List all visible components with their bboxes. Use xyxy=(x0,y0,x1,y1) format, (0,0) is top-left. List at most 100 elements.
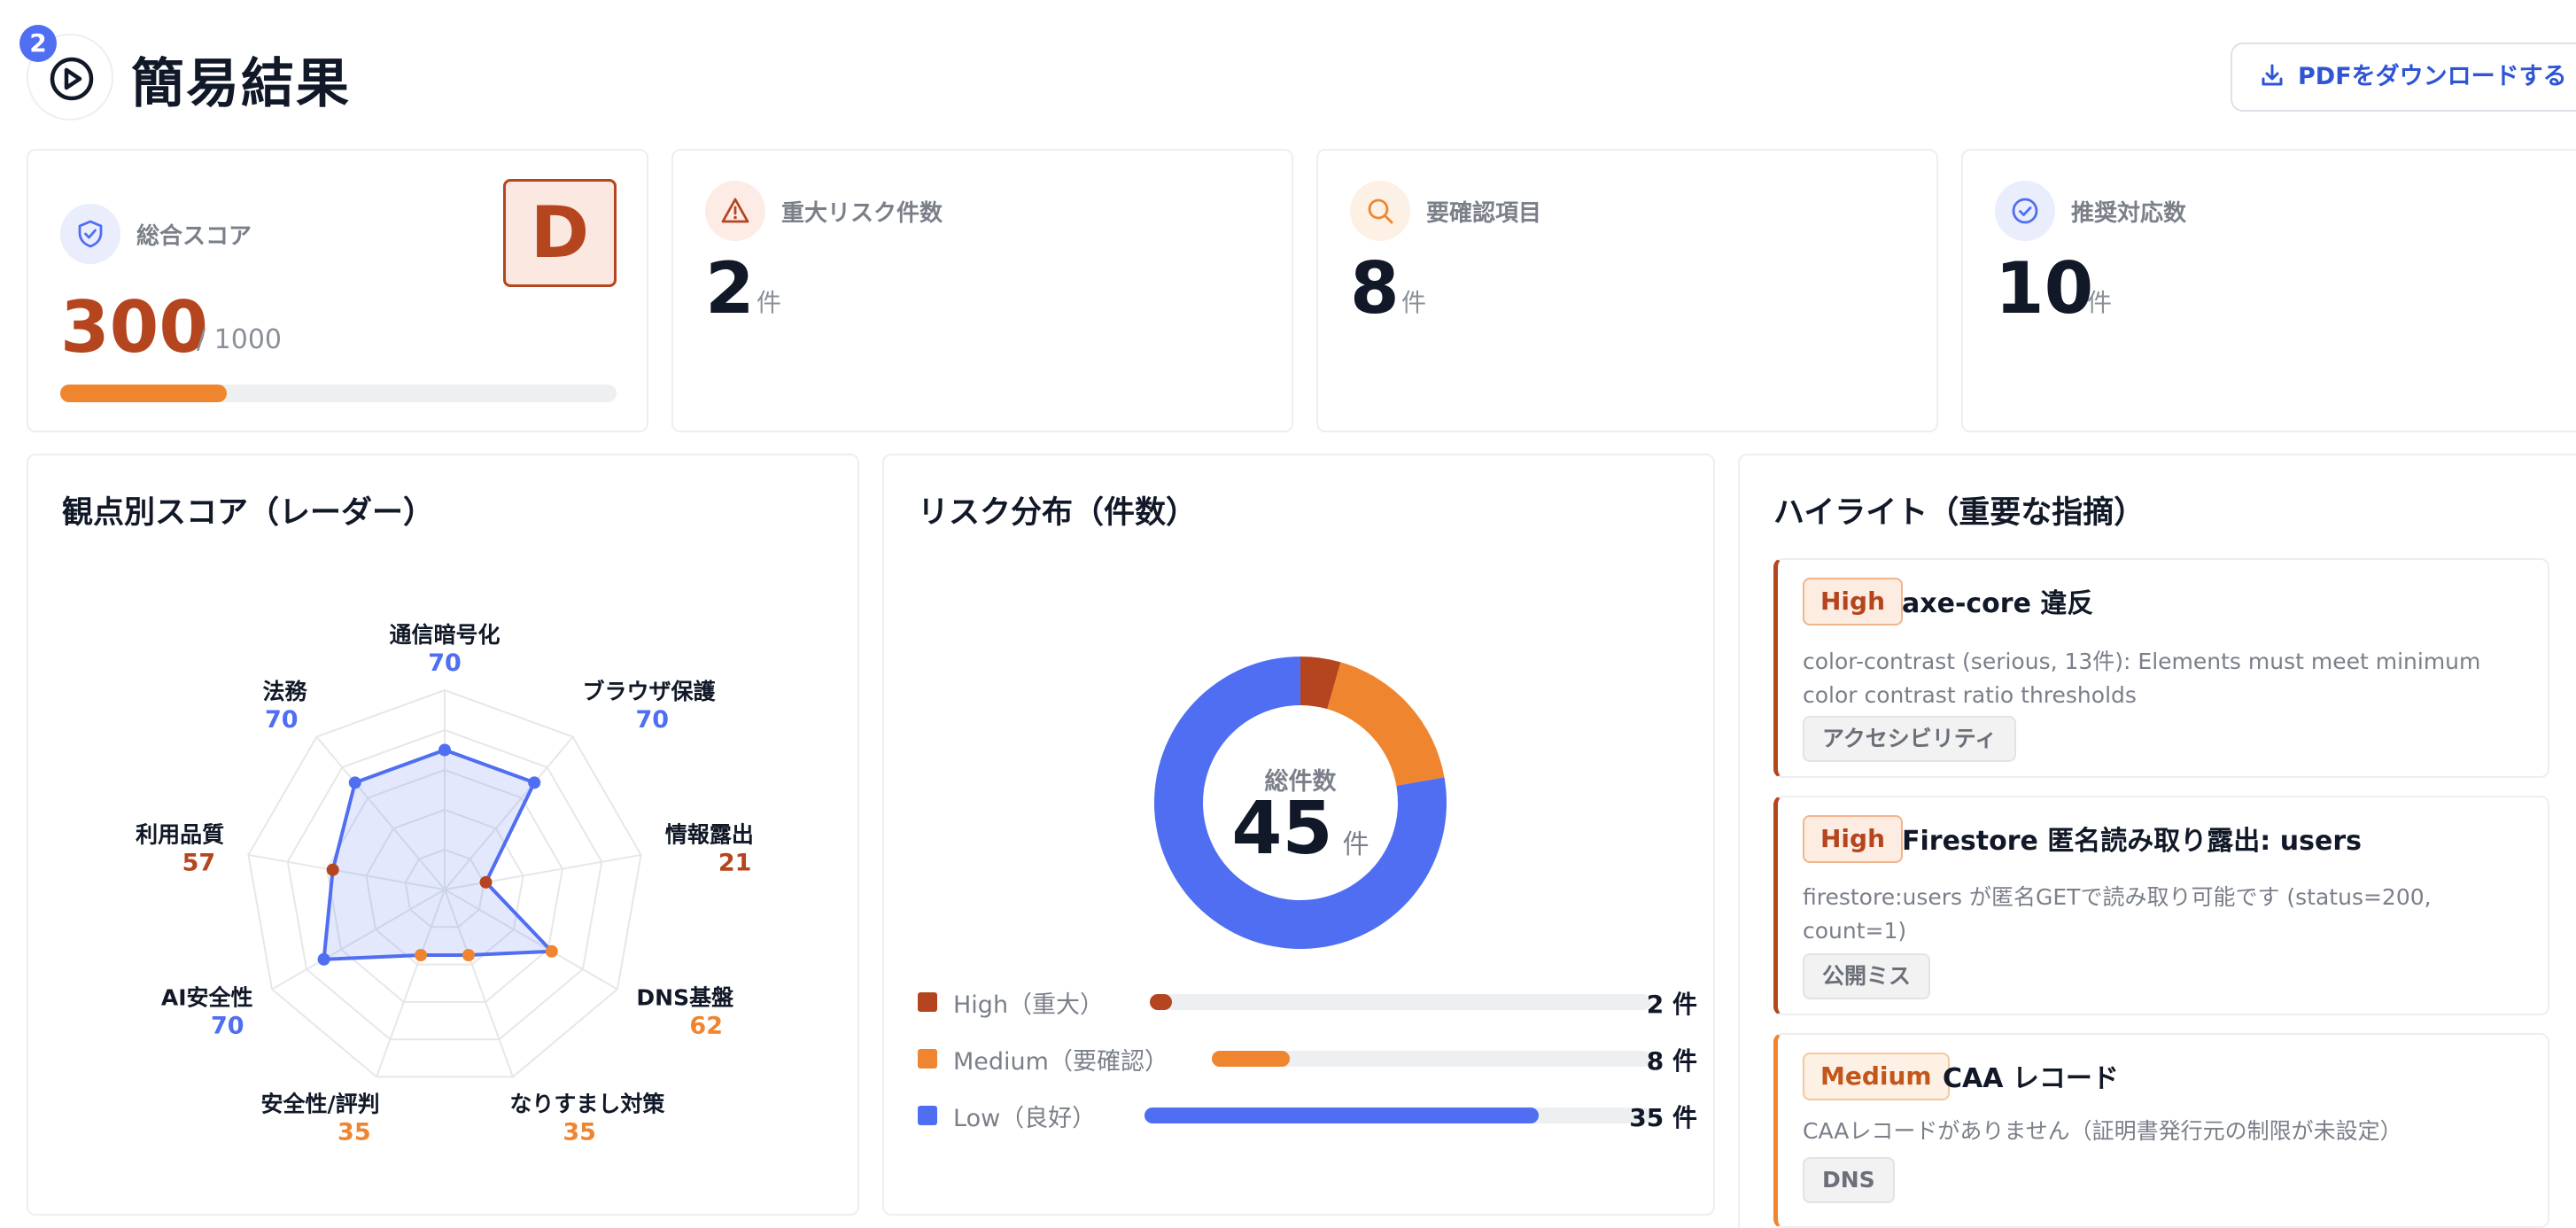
risk-legend-row: High（重大） 2 件 xyxy=(918,983,1697,1019)
warning-icon-wrap xyxy=(705,181,765,241)
search-icon-wrap xyxy=(1350,181,1410,241)
review-items-label: 要確認項目 xyxy=(1426,200,1542,227)
grade-badge: D xyxy=(503,179,617,287)
legend-swatch xyxy=(918,1106,937,1125)
score-value: 300 xyxy=(60,286,208,369)
highlight-title: Firestore 匿名読み取り露出: users xyxy=(1902,826,2362,857)
highlight-description: firestore:users が匿名GETで読み取り可能です (status=… xyxy=(1803,884,2432,944)
score-progress-bar xyxy=(60,385,617,402)
page-title: 簡易結果 xyxy=(131,53,351,115)
download-icon xyxy=(2262,64,2283,85)
warning-icon xyxy=(721,198,749,223)
radar-axis-value: 35 xyxy=(563,1119,596,1146)
shield-icon-wrap xyxy=(60,204,120,264)
category-tag: 公開ミス xyxy=(1803,953,1931,999)
highlights-panel-title: ハイライト（重要な指摘） xyxy=(1773,495,2145,531)
risk-legend-row: Low（良好） 35 件 xyxy=(918,1097,1697,1132)
legend-bar-fill xyxy=(1150,994,1173,1010)
severity-badge: High xyxy=(1803,815,1904,863)
recommended-actions-unit: 件 xyxy=(2087,288,2113,317)
legend-count: 8 件 xyxy=(1646,1046,1697,1076)
critical-risk-card: 重大リスク件数 2 件 xyxy=(671,149,1293,432)
recommended-actions-card: 推奨対応数 10 件 xyxy=(1961,149,2576,432)
legend-bar-track xyxy=(1212,1051,1651,1067)
highlight-title: CAA レコード xyxy=(1943,1063,2119,1094)
play-icon xyxy=(50,57,94,101)
radar-axis-value: 62 xyxy=(689,1013,723,1040)
critical-risk-value: 2 xyxy=(705,247,755,330)
category-tag: DNS xyxy=(1803,1157,1895,1203)
highlight-description: color-contrast (serious, 13件): Elements … xyxy=(1803,649,2481,708)
category-tag: アクセシビリティ xyxy=(1803,716,2017,762)
recommended-actions-value: 10 xyxy=(1995,247,2094,330)
radar-axis-label: DNS基盤 xyxy=(636,985,734,1011)
radar-axis-label: 法務 xyxy=(263,679,308,704)
search-icon xyxy=(1368,198,1393,224)
pdf-download-button[interactable]: PDFをダウンロードする xyxy=(2231,43,2576,112)
highlight-description: CAAレコードがありません（証明書発行元の制限が未設定） xyxy=(1803,1118,2402,1144)
donut-total-value: 45 xyxy=(1231,787,1333,871)
radar-axis-value: 57 xyxy=(182,850,216,877)
risk-distribution-panel: リスク分布（件数） 総件数 45 件 High（重大） 2 件 Medium（要確認… xyxy=(882,454,1715,1216)
radar-axis-value: 70 xyxy=(428,649,462,677)
radar-axis-value: 70 xyxy=(265,706,299,734)
legend-swatch xyxy=(918,992,937,1012)
recommended-actions-label: 推奨対応数 xyxy=(2071,200,2187,227)
radar-axis-label: AI安全性 xyxy=(161,985,253,1011)
radar-point xyxy=(438,743,451,757)
check-icon-wrap xyxy=(1995,181,2055,241)
legend-label: High（重大） xyxy=(953,991,1105,1019)
review-items-value: 8 xyxy=(1350,247,1400,330)
highlight-item-3[interactable]: Medium CAA レコード CAAレコードがありません（証明書発行元の制限が… xyxy=(1773,1033,2549,1228)
radar-point xyxy=(479,875,493,889)
radar-point xyxy=(415,949,428,962)
score-max: / 1000 xyxy=(197,324,282,355)
legend-count: 35 件 xyxy=(1629,1103,1697,1132)
score-label: 総合スコア xyxy=(136,223,252,250)
page-header: 2 簡易結果 PDFをダウンロードする xyxy=(19,25,2576,124)
radar-point xyxy=(348,776,361,789)
legend-swatch xyxy=(918,1049,937,1069)
highlights-panel: ハイライト（重要な指摘） High axe-core 違反 color-cont… xyxy=(1738,454,2576,1228)
radar-chart: 通信暗号化70ブラウザ保護70情報露出21DNS基盤62なりすまし対策35安全性… xyxy=(136,622,754,1146)
radar-axis-label: ブラウザ保護 xyxy=(582,679,716,704)
step-badge: 2 xyxy=(19,25,57,62)
risk-legend-row: Medium（要確認） 8 件 xyxy=(918,1040,1697,1076)
legend-bar-fill xyxy=(1144,1108,1539,1123)
legend-bar-track xyxy=(1150,994,1651,1010)
donut-total-unit: 件 xyxy=(1342,829,1369,860)
risk-panel-title: リスク分布（件数） xyxy=(918,495,1198,531)
radar-axis-value: 70 xyxy=(211,1013,244,1040)
score-progress-fill xyxy=(60,385,228,402)
radar-axis-value: 35 xyxy=(338,1119,371,1146)
severity-badge: High xyxy=(1803,578,1904,626)
radar-axis-label: 通信暗号化 xyxy=(389,622,500,648)
radar-axis-label: 利用品質 xyxy=(136,822,224,848)
legend-label: Low（良好） xyxy=(953,1105,1097,1132)
radar-point xyxy=(528,776,541,789)
donut-center-total: 45 件 xyxy=(1150,787,1451,871)
score-card: 総合スコア D 300 / 1000 xyxy=(27,149,648,432)
critical-risk-label: 重大リスク件数 xyxy=(781,200,943,227)
radar-axis-value: 70 xyxy=(635,706,669,734)
radar-axis-label: 安全性/評判 xyxy=(260,1092,379,1117)
shield-check-icon xyxy=(78,220,103,248)
radar-point xyxy=(462,949,475,962)
review-items-card: 要確認項目 8 件 xyxy=(1316,149,1938,432)
highlight-item-2[interactable]: High Firestore 匿名読み取り露出: users firestore… xyxy=(1773,796,2549,1015)
check-circle-icon xyxy=(2012,198,2038,224)
legend-bar-fill xyxy=(1212,1051,1291,1067)
legend-bar-track xyxy=(1144,1108,1651,1123)
radar-axis-value: 21 xyxy=(718,850,752,877)
critical-risk-unit: 件 xyxy=(757,288,782,317)
radar-point xyxy=(545,944,558,958)
legend-label: Medium（要確認） xyxy=(953,1048,1168,1076)
pdf-download-label: PDFをダウンロードする xyxy=(2298,63,2567,90)
radar-point xyxy=(326,863,339,876)
radar-axis-label: なりすまし対策 xyxy=(509,1092,665,1117)
review-items-unit: 件 xyxy=(1401,288,1427,317)
radar-axis-label: 情報露出 xyxy=(665,822,754,848)
radar-point xyxy=(317,952,330,966)
radar-panel: 観点別スコア（レーダー） 通信暗号化 70 ブラウザ保護 70 情報露出 21 DNS基盤 6… xyxy=(27,454,859,1216)
highlight-item-1[interactable]: High axe-core 違反 color-contrast (serious… xyxy=(1773,558,2549,778)
